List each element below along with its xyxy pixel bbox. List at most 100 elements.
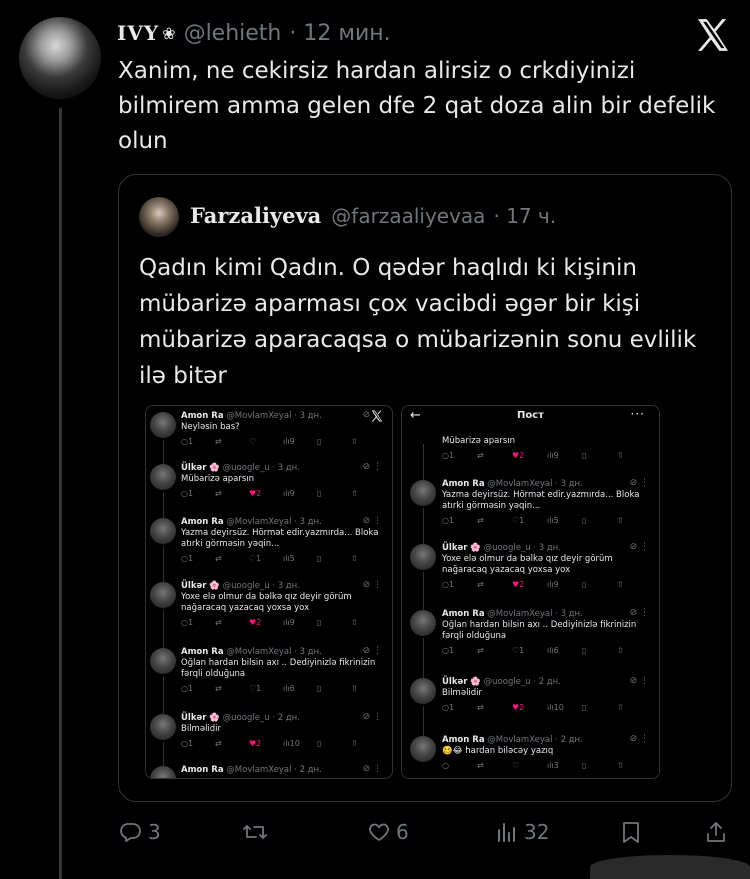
mini-thread-line [163,742,164,766]
mini-tweet-actions: ○1 ⇄ ♥2 ılı9 ▯ ⇧ [181,489,361,498]
mini-author-name: Ülkər 🌸 [181,713,220,723]
mini-grok-icon: ⊘ ⋮ [362,712,382,722]
post-top-bar: ← Пост ··· [402,406,659,428]
mini-tweet-header: Amon Ra @MovlamXeyal · 2 дн. [442,735,583,745]
mini-author-name: Ülkər 🌸 [181,581,220,591]
mini-share-icon: ⇧ [617,703,624,712]
mini-thread-line [163,546,164,582]
mini-like-icon: ♥2 [512,703,525,712]
mini-avatar [150,648,176,674]
mini-grok-icon: ⊘ ⋮ [629,676,649,686]
embedded-screenshot-right[interactable]: ← Пост ··· Mübarizə aparsın ○1 ⇄ ♥2 ılı9 ▯ ⇧ Am… [401,405,660,779]
retweet-icon [243,825,267,839]
quoted-author-name[interactable]: Farzaliyeva [190,203,321,228]
mini-author-name: Amon Ra [442,479,485,489]
bookmark-icon [623,822,639,843]
mini-tweet-header: Ülkər 🌸 @uoogle_u · 3 дн. [181,581,300,591]
like-button[interactable]: 6 [366,820,409,844]
quoted-author-handle[interactable]: @farzaaliyevaa [331,204,485,228]
mini-author-name: Amon Ra [442,609,485,619]
mini-bookmark-icon: ▯ [582,516,587,525]
mini-retweet-icon: ⇄ [215,554,222,563]
mini-author-handle: @MovlamXeyal · 3 дн. [223,647,322,657]
author-avatar[interactable] [19,17,101,99]
tweet-action-bar: 3 6 32 [118,820,733,854]
views-count: 32 [524,820,550,844]
mini-like-icon: ♡ [249,437,257,446]
author-handle[interactable]: @lehieth [184,21,282,46]
mini-tweet-header: Ülkər 🌸 @uoogle_u · 3 дн. [181,463,300,473]
like-icon [369,823,389,841]
mini-tweet-actions: ○1 ⇄ ♡ ılı9 ▯ ⇧ [181,437,361,446]
share-icon [707,822,725,842]
mini-reply-icon: ○1 [181,739,194,748]
mini-share-icon: ⇧ [617,516,624,525]
mini-tweet-actions: ○1 ⇄ ♥2 ılı9 ▯ ⇧ [442,580,627,589]
views-button[interactable]: 32 [496,820,549,844]
mini-tweet-actions: ○1 ⇄ ♥2 ılı10 ▯ ⇧ [181,739,361,748]
mini-like-icon: ♡1 [249,554,262,563]
mini-share-icon: ⇧ [617,761,624,770]
mini-author-handle: @MovlamXeyal · 2 дн. [223,765,322,775]
share-button[interactable] [705,820,727,844]
mini-retweet-icon: ⇄ [477,451,484,460]
mini-grok-icon: ⊘ ⋮ [362,462,382,472]
mini-author-name: Ülkər 🌸 [442,677,481,687]
mini-tweet-header: Ülkər 🌸 @uoogle_u · 2 дн. [181,713,300,723]
quoted-tweet-text: Qadın kimi Qadın. O qədər haqlıdı ki kiş… [139,255,697,389]
tweet-header: IVY ❀ @lehieth · 12 мин. [117,17,391,49]
mini-bookmark-icon: ▯ [582,646,587,655]
mini-bookmark-icon: ▯ [582,703,587,712]
mini-avatar [150,714,176,740]
mini-grok-icon: ⊘ ⋮ [629,608,649,618]
mini-tweet-header: Ülkər 🌸 @uoogle_u · 3 дн. [442,543,561,553]
mini-bookmark-icon: ▯ [317,739,322,748]
mini-author-handle: @uoogle_u · 3 дн. [219,581,300,591]
mini-grok-icon: ⊘ ⋮ [362,410,382,420]
mini-tweet-header: Amon Ra @MovlamXeyal · 2 дн. [181,765,322,775]
mini-author-name: Amon Ra [442,735,485,745]
mini-author-handle: @MovlamXeyal · 3 дн. [223,411,322,421]
mini-reply-icon: ○1 [442,516,455,525]
mini-tweet-text: nağaracaq yazacaq yoxsa yox [181,603,310,613]
mini-like-icon: ♡1 [512,646,525,655]
embedded-screenshot-left[interactable]: Amon Ra @MovlamXeyal · 3 дн. ⊘ ⋮ Neyləsin … [145,405,393,779]
mini-tweet-header: Amon Ra @MovlamXeyal · 3 дн. [442,479,583,489]
mini-tweet-text: Yoxe elə olmur da bəlkə qız deyir görüm [442,554,613,564]
mini-bookmark-icon: ▯ [317,684,322,693]
mini-grok-icon: ⊘ ⋮ [629,734,649,744]
mini-retweet-icon: ⇄ [215,684,222,693]
tweet-time[interactable]: · 12 мин. [289,21,390,46]
mini-grok-icon: ⊘ ⋮ [362,516,382,526]
quoted-tweet-time[interactable]: · 17 ч. [493,204,556,228]
mini-views-icon: ılı5 [547,516,559,525]
mini-author-handle: @uoogle_u · 3 дн. [219,463,300,473]
tweet-text: Xanim, ne cekirsiz hardan alirsiz o crkd… [118,58,716,154]
mini-author-handle: @MovlamXeyal · 2 дн. [484,735,583,745]
views-icon [498,823,515,842]
retweet-button[interactable] [242,820,274,844]
x-logo-icon[interactable] [693,15,733,55]
mini-tweet-actions: ○ ⇄ ♡ ılı3 ▯ ⇧ [442,761,627,770]
reply-button[interactable]: 3 [118,820,161,844]
mini-share-icon: ⇧ [351,618,358,627]
mini-author-handle: @MovlamXeyal · 3 дн. [484,609,583,619]
mini-thread-line [163,610,164,648]
bottom-overlay [590,855,750,879]
mini-bookmark-icon: ▯ [317,437,322,446]
like-count: 6 [396,820,409,844]
quoted-author-avatar[interactable] [139,197,179,237]
bookmark-button[interactable] [620,820,642,844]
mini-share-icon: ⇧ [617,646,624,655]
mini-tweet-text: Yazma deyirsüz. Hörmət edir.yazmırda... … [442,490,640,500]
mini-share-icon: ⇧ [351,554,358,563]
mini-views-icon: ılı9 [547,580,559,589]
mini-share-icon: ⇧ [351,489,358,498]
mini-tweet-text: 🥴😂 hardan biləcəy yazıq [442,746,554,756]
mini-share-icon: ⇧ [617,451,624,460]
mini-author-name: Amon Ra [181,647,224,657]
mini-tweet-text: Yazma deyirsüz. Hörmət edir.yazmırda... … [181,528,379,538]
mini-tweet-actions: ○1 ⇄ ♡1 ılı6 ▯ ⇧ [442,646,627,655]
mini-reply-icon: ○1 [181,437,194,446]
author-name[interactable]: IVY [117,21,159,45]
